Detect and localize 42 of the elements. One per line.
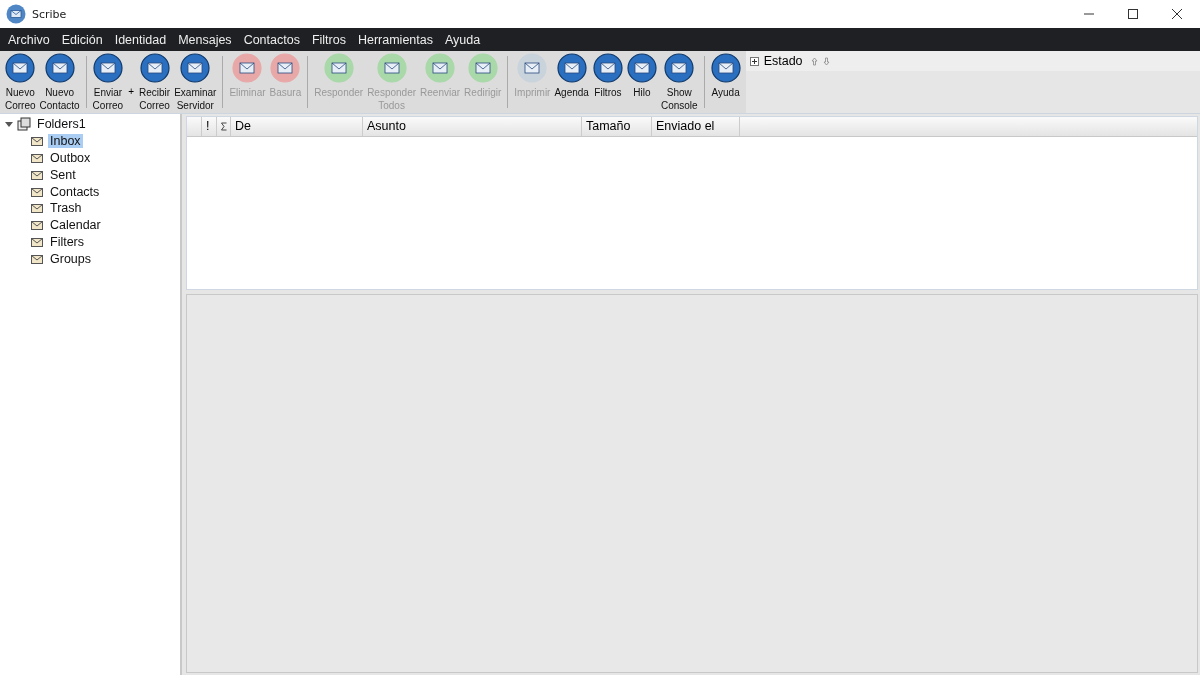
tree-item[interactable]: Folders1 (35, 117, 88, 132)
toolbar-button[interactable]: Examinar Servidor (172, 53, 219, 112)
status-label: Estado (763, 54, 803, 68)
tree-item[interactable]: Outbox (48, 151, 93, 165)
maximize-icon[interactable] (1128, 9, 1138, 19)
toolbar-button[interactable]: Enviar Correo (90, 53, 126, 112)
tree-item[interactable]: Filters (48, 234, 87, 249)
tree-item[interactable]: Groups (48, 251, 93, 266)
toolbar-button[interactable]: Recibir Correo (137, 53, 173, 112)
column-header[interactable]: Tamaño (582, 117, 652, 136)
column-header[interactable]: Asunto (363, 117, 582, 136)
column-header[interactable]: ! (201, 117, 217, 136)
folders-icon (17, 117, 31, 132)
menu-item[interactable]: Filtros (305, 32, 352, 47)
plus-label: + (127, 86, 136, 97)
toolbar-button[interactable]: Nuevo Contacto (37, 53, 82, 112)
menu-item[interactable]: Identidad (108, 32, 173, 47)
toolbar-button[interactable]: Hilo (624, 53, 659, 99)
tree-item[interactable]: Inbox (48, 134, 83, 149)
tree-item[interactable]: Sent (48, 167, 78, 182)
tree-item[interactable]: Calendar (48, 218, 103, 233)
envelope-icon (6, 4, 26, 24)
toolbar-button[interactable]: Filtros (590, 53, 625, 99)
window-title: Scribe (32, 7, 67, 21)
toolbar-button[interactable]: Ayuda (708, 53, 743, 99)
toolbar-button[interactable]: Show Console (658, 53, 700, 112)
menu-item[interactable]: Contactos (237, 32, 306, 47)
menu-item[interactable]: Edición (55, 32, 109, 47)
column-header[interactable]: Enviado el (652, 117, 740, 136)
toolbar-button[interactable]: Nuevo Correo (3, 53, 38, 112)
menu-item[interactable]: Herramientas (351, 32, 439, 47)
expanded-caret-icon[interactable] (5, 120, 13, 129)
toolbar-button[interactable]: Agenda (552, 53, 591, 99)
tree-item[interactable]: Trash (48, 201, 84, 216)
tree-item[interactable]: Contacts (48, 184, 102, 199)
close-icon[interactable] (1172, 9, 1182, 19)
menu-item[interactable]: Ayuda (438, 32, 487, 47)
column-header[interactable]: De (231, 117, 363, 136)
sigma-icon (221, 122, 227, 131)
menu-item[interactable]: Mensajes (172, 32, 238, 47)
menu-item[interactable]: Archivo (2, 32, 56, 47)
expand-icon[interactable] (749, 56, 759, 66)
